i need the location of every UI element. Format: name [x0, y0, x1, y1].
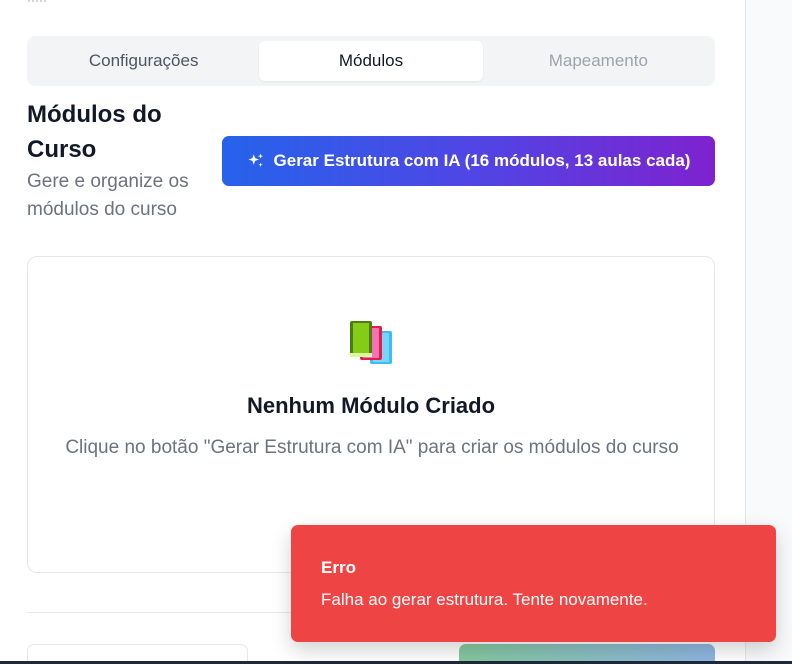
error-toast[interactable]: Erro Falha ao gerar estrutura. Tente nov… — [291, 525, 776, 642]
books-icon — [350, 321, 392, 364]
section-subtitle: Gere e organize os módulos do curso — [27, 171, 189, 220]
toast-message: Falha ao gerar estrutura. Tente novament… — [321, 590, 648, 609]
scroll-hint — [28, 0, 46, 2]
tab-bar: Configurações Módulos Mapeamento — [27, 36, 715, 86]
toast-title: Erro — [321, 558, 356, 577]
section-title: Módulos do Curso — [27, 101, 162, 163]
generate-structure-button[interactable]: Gerar Estrutura com IA (16 módulos, 13 a… — [222, 136, 715, 186]
tab-modulos[interactable]: Módulos — [259, 41, 483, 81]
empty-state-description: Clique no botão "Gerar Estrutura com IA"… — [65, 437, 679, 458]
tab-configuracoes[interactable]: Configurações — [32, 41, 255, 81]
empty-state-title: Nenhum Módulo Criado — [246, 393, 496, 418]
tab-mapeamento[interactable]: Mapeamento — [487, 41, 710, 81]
sparkles-icon — [248, 153, 263, 167]
generate-structure-label: Gerar Estrutura com IA (16 módulos, 13 a… — [273, 151, 691, 170]
